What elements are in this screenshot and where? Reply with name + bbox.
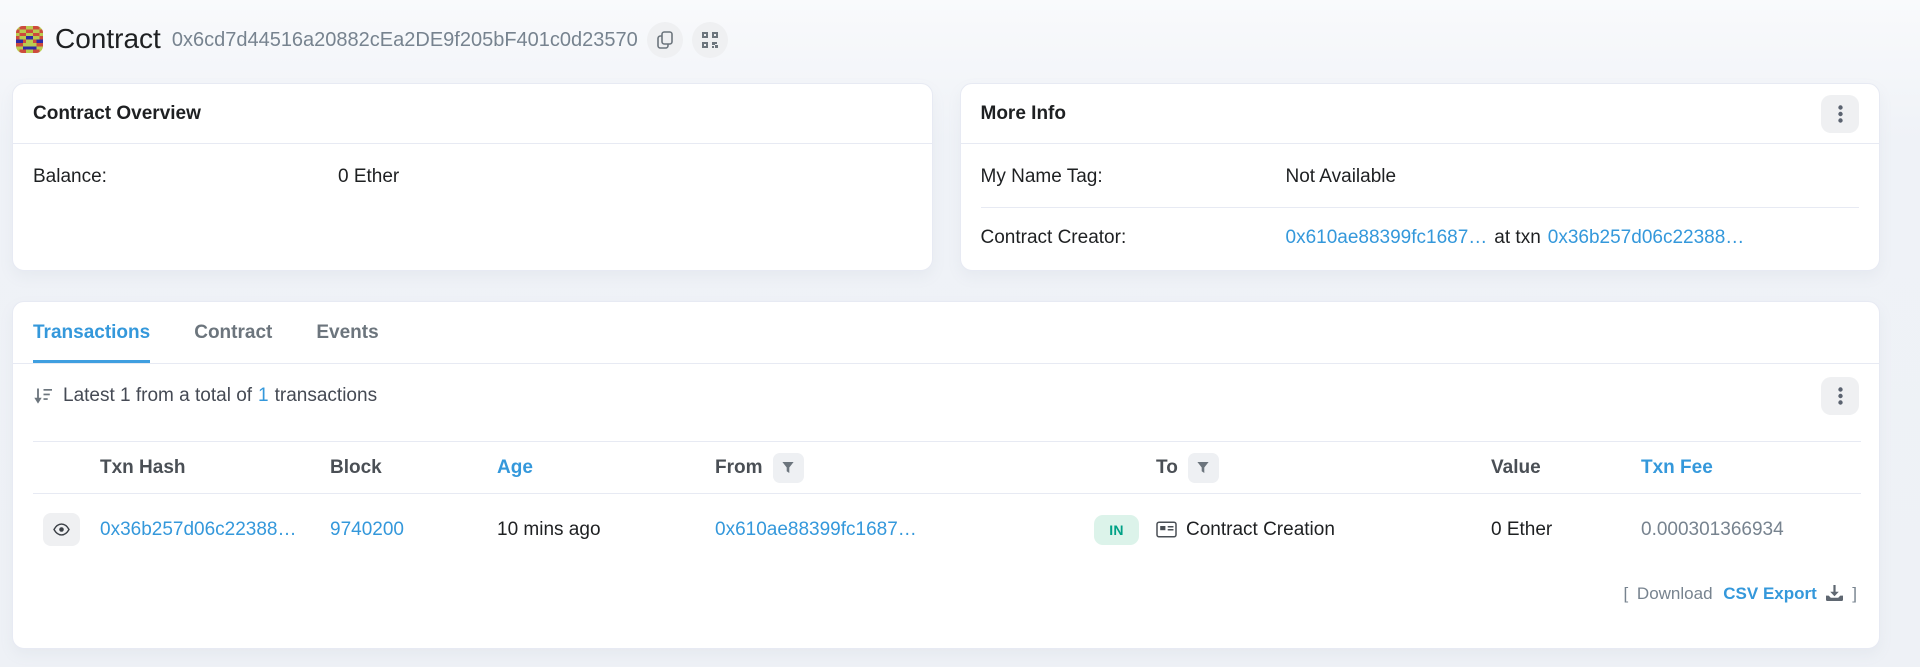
tab-events[interactable]: Events	[316, 322, 378, 363]
csv-export-link[interactable]: CSV Export	[1723, 584, 1817, 603]
balance-value: 0 Ether	[338, 166, 399, 188]
contract-identicon	[16, 26, 43, 53]
sort-amount-icon	[33, 388, 53, 405]
filter-icon	[782, 462, 794, 474]
balance-label: Balance:	[33, 166, 338, 188]
csv-bracket-open: [	[1623, 584, 1628, 603]
kebab-icon	[1838, 387, 1843, 405]
method-label: Contract Creation	[1186, 519, 1335, 541]
cell-age: 10 mins ago	[497, 494, 715, 566]
table-header-row: Txn Hash Block Age From To Value Txn Fee	[33, 442, 1861, 494]
page-container: Contract 0x6cd7d44516a20882cEa2DE9f205bF…	[0, 0, 1920, 649]
contract-icon	[1156, 521, 1177, 538]
summary-text-after: transactions	[275, 385, 377, 407]
header-eye-spacer	[33, 442, 100, 494]
to-filter-button[interactable]	[1188, 453, 1219, 483]
copy-address-button[interactable]	[647, 22, 683, 58]
contract-overview-title: Contract Overview	[33, 103, 201, 125]
transactions-table: Txn Hash Block Age From To Value Txn Fee	[33, 441, 1861, 566]
summary-text-before: Latest 1 from a total of	[63, 385, 252, 407]
balance-row: Balance: 0 Ether	[33, 166, 912, 188]
page-header: Contract 0x6cd7d44516a20882cEa2DE9f205bF…	[12, 0, 1880, 62]
page-title: Contract	[55, 23, 161, 55]
header-direction-spacer	[1094, 442, 1156, 494]
contract-creator-value: 0x610ae88399fc1687… at txn 0x36b257d06c223…	[1286, 227, 1745, 249]
csv-export-row: [ Download CSV Export ]	[13, 566, 1879, 606]
transactions-card: Transactions Contract Events Latest 1 fr…	[12, 301, 1880, 649]
transactions-menu-button[interactable]	[1821, 377, 1859, 415]
tabbar: Transactions Contract Events	[13, 302, 1879, 364]
copy-icon	[657, 31, 673, 49]
block-link[interactable]: 9740200	[330, 519, 404, 540]
identicon-icon	[16, 26, 43, 53]
header-age[interactable]: Age	[497, 442, 715, 494]
tab-transactions[interactable]: Transactions	[33, 322, 150, 363]
cards-row: Contract Overview Balance: 0 Ether More …	[12, 83, 1880, 271]
more-info-divider	[981, 207, 1860, 208]
more-info-card: More Info My Name Tag: Not Available Co	[960, 83, 1881, 271]
direction-badge: IN	[1094, 515, 1139, 545]
header-from-label: From	[715, 457, 763, 478]
contract-creator-row: Contract Creator: 0x610ae88399fc1687… at …	[981, 227, 1860, 249]
more-info-header: More Info	[961, 84, 1880, 144]
transactions-count-link[interactable]: 1	[258, 385, 269, 407]
from-filter-button[interactable]	[773, 453, 804, 483]
transactions-summary-row: Latest 1 from a total of 1 transactions	[13, 364, 1879, 415]
header-txn-hash: Txn Hash	[100, 442, 330, 494]
more-info-title: More Info	[981, 103, 1067, 125]
name-tag-row: My Name Tag: Not Available	[981, 166, 1860, 188]
header-block: Block	[330, 442, 497, 494]
contract-overview-header: Contract Overview	[13, 84, 932, 144]
name-tag-label: My Name Tag:	[981, 166, 1286, 188]
kebab-icon	[1838, 105, 1843, 123]
contract-overview-card: Contract Overview Balance: 0 Ether	[12, 83, 933, 271]
txn-preview-button[interactable]	[43, 513, 80, 546]
qr-icon	[702, 32, 718, 48]
cell-block: 9740200	[330, 494, 497, 566]
header-to: To	[1156, 442, 1491, 494]
download-icon	[1826, 585, 1843, 606]
cell-value: 0 Ether	[1491, 494, 1641, 566]
eye-icon	[53, 523, 70, 536]
name-tag-value: Not Available	[1286, 166, 1397, 188]
more-info-body: My Name Tag: Not Available Contract Crea…	[961, 144, 1880, 271]
tab-contract[interactable]: Contract	[194, 322, 272, 363]
creator-txn-link[interactable]: 0x36b257d06c22388…	[1548, 227, 1745, 248]
cell-txn-fee: 0.000301366934	[1641, 494, 1861, 566]
cell-to: Contract Creation	[1156, 494, 1491, 566]
cell-eye	[33, 494, 100, 566]
cell-from: 0x610ae88399fc1687…	[715, 494, 1094, 566]
header-txn-fee[interactable]: Txn Fee	[1641, 442, 1861, 494]
from-address-link[interactable]: 0x610ae88399fc1687…	[715, 519, 917, 540]
qr-code-button[interactable]	[692, 22, 728, 58]
txn-hash-link[interactable]: 0x36b257d06c22388…	[100, 519, 297, 540]
more-info-menu-button[interactable]	[1821, 95, 1859, 133]
creator-address-link[interactable]: 0x610ae88399fc1687…	[1286, 227, 1488, 248]
csv-download-text: Download	[1637, 584, 1713, 603]
contract-creator-label: Contract Creator:	[981, 227, 1286, 249]
cell-txn-hash: 0x36b257d06c22388…	[100, 494, 330, 566]
header-value: Value	[1491, 442, 1641, 494]
header-to-label: To	[1156, 457, 1178, 478]
csv-bracket-close: ]	[1852, 584, 1857, 603]
creator-separator: at txn	[1494, 227, 1540, 248]
header-from: From	[715, 442, 1094, 494]
contract-overview-body: Balance: 0 Ether	[13, 144, 932, 210]
table-row: 0x36b257d06c22388… 9740200 10 mins ago 0…	[33, 494, 1861, 566]
contract-address: 0x6cd7d44516a20882cEa2DE9f205bF401c0d235…	[172, 29, 638, 52]
cell-direction: IN	[1094, 494, 1156, 566]
filter-icon	[1197, 462, 1209, 474]
transactions-summary: Latest 1 from a total of 1 transactions	[33, 385, 377, 407]
